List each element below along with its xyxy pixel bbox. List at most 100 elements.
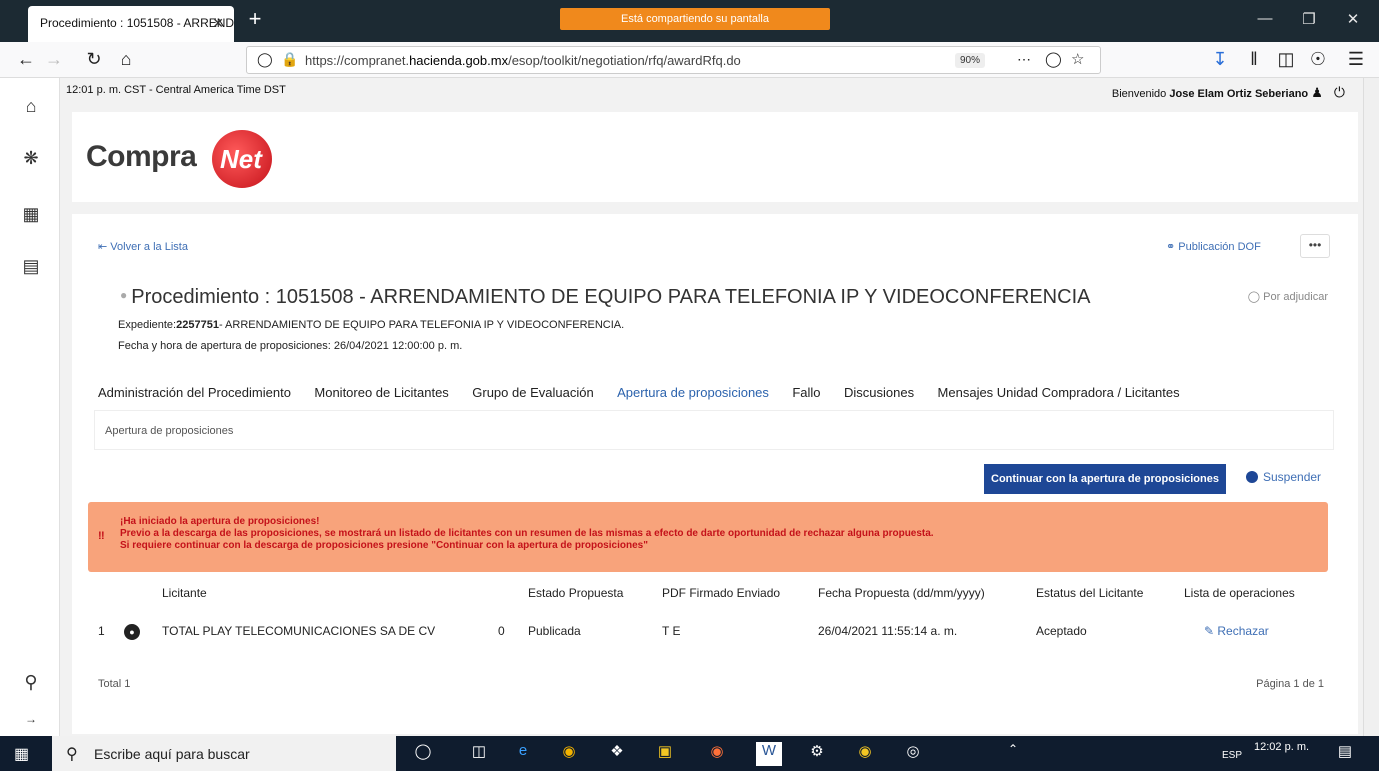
- bidder-name[interactable]: TOTAL PLAY TELECOMUNICACIONES SA DE CV: [162, 624, 435, 638]
- edit-icon: ✎: [1204, 624, 1218, 638]
- col-fecha[interactable]: Fecha Propuesta (dd/mm/yyyy): [818, 586, 985, 600]
- continue-opening-button[interactable]: Continuar con la apertura de proposicion…: [984, 464, 1226, 494]
- settings-gear-icon[interactable]: ⚙: [804, 742, 830, 766]
- power-icon[interactable]: ⏻: [1334, 84, 1345, 100]
- network-icon[interactable]: ❋: [18, 148, 44, 169]
- user-icon[interactable]: ♟: [1311, 85, 1323, 100]
- keyboard-language[interactable]: ESP: [1222, 750, 1242, 761]
- clock-icon: ◯: [1247, 291, 1264, 303]
- lock-icon[interactable]: 🔒: [281, 51, 298, 68]
- firefox-icon[interactable]: ◉: [704, 742, 730, 766]
- chrome-icon[interactable]: ◉: [556, 742, 582, 766]
- tray-chevron-icon[interactable]: ⌃: [1000, 742, 1026, 766]
- proposal-date: 26/04/2021 11:55:14 a. m.: [818, 624, 958, 638]
- new-tab-button[interactable]: +: [242, 6, 268, 32]
- close-tab-icon[interactable]: ✕: [212, 15, 224, 32]
- search-icon[interactable]: ⚲: [18, 672, 44, 693]
- library-icon[interactable]: ‖: [1242, 49, 1266, 70]
- col-estatus[interactable]: Estatus del Licitante: [1036, 586, 1143, 600]
- tab-discusiones[interactable]: Discusiones: [844, 385, 914, 400]
- welcome-bar: Bienvenido Jose Elam Ortiz Seberiano ♟ ⏻: [1112, 84, 1345, 101]
- tab-title: Procedimiento : 1051508 - ARRENDAMIENTO …: [40, 16, 234, 30]
- restore-icon[interactable]: ❐: [1294, 10, 1324, 28]
- account-icon[interactable]: ☉: [1306, 49, 1330, 70]
- minimize-icon[interactable]: —: [1250, 10, 1280, 27]
- browser-tab[interactable]: Procedimiento : 1051508 - ARRENDAMIENTO …: [28, 6, 234, 42]
- cortana-icon[interactable]: ◯: [410, 742, 436, 766]
- alert-line-1: ¡Ha iniciado la apertura de proposicione…: [120, 516, 320, 527]
- clock-time[interactable]: 12:02 p. m.: [1254, 741, 1309, 753]
- menu-icon[interactable]: ☰: [1344, 49, 1368, 70]
- row-number: 1: [98, 624, 105, 638]
- user-avatar-icon: ●: [124, 624, 140, 640]
- file-explorer-icon[interactable]: ▣: [652, 742, 678, 766]
- bookmark-star-icon[interactable]: ☆: [1071, 50, 1084, 68]
- more-actions-icon[interactable]: ⋯: [1017, 51, 1031, 68]
- bidder-status: Aceptado: [1036, 624, 1087, 638]
- page-scrollbar[interactable]: [1363, 78, 1379, 736]
- more-options-button[interactable]: •••: [1300, 234, 1330, 258]
- logo-net-text: Net: [220, 144, 262, 174]
- search-icon: ⚲: [66, 746, 78, 763]
- app-circle-icon[interactable]: ◎: [900, 742, 926, 766]
- expediente-label: Expediente:: [118, 319, 177, 331]
- time-info: 12:01 p. m. CST - Central America Time D…: [66, 84, 286, 96]
- close-window-icon[interactable]: ✕: [1338, 10, 1368, 28]
- publication-dof-link[interactable]: ⚭ Publicación DOF: [1166, 240, 1261, 253]
- back-arrow-icon: ⇤: [98, 241, 111, 253]
- reject-link[interactable]: ✎ Rechazar: [1204, 624, 1269, 638]
- suspend-button[interactable]: Suspender: [1246, 470, 1321, 484]
- sidebar-toggle-icon[interactable]: ◫: [1274, 49, 1298, 70]
- browser-title-bar: Procedimiento : 1051508 - ARRENDAMIENTO …: [0, 0, 1379, 42]
- col-licitante[interactable]: Licitante: [162, 586, 207, 600]
- taskbar-search[interactable]: ⚲ Escribe aquí para buscar: [52, 736, 396, 771]
- url-bar[interactable]: ◯ 🔒 https://compranet.hacienda.gob.mx/es…: [246, 46, 1101, 74]
- total-count: Total 1: [98, 678, 131, 690]
- forward-arrow-icon[interactable]: →: [42, 49, 66, 70]
- user-name[interactable]: Jose Elam Ortiz Seberiano: [1169, 88, 1308, 100]
- procedure-title-text: Procedimiento : 1051508 - ARRENDAMIENTO …: [131, 286, 1091, 308]
- chat-icon[interactable]: ◉: [852, 742, 878, 766]
- back-to-list-link[interactable]: ⇤ Volver a la Lista: [98, 240, 188, 253]
- col-estado[interactable]: Estado Propuesta: [528, 586, 623, 600]
- organization-icon[interactable]: ▦: [18, 204, 44, 225]
- col-pdf[interactable]: PDF Firmado Enviado: [662, 586, 780, 600]
- windows-start-icon[interactable]: ▦: [14, 744, 29, 764]
- expediente-description: - ARRENDAMIENTO DE EQUIPO PARA TELEFONIA…: [218, 319, 625, 331]
- download-icon[interactable]: ↧: [1208, 49, 1232, 70]
- back-arrow-icon[interactable]: ←: [14, 49, 38, 70]
- word-icon[interactable]: W: [756, 742, 782, 766]
- tab-fallo[interactable]: Fallo: [792, 385, 820, 400]
- expediente-number: 2257751: [176, 319, 219, 331]
- zoom-level[interactable]: 90%: [955, 53, 986, 68]
- reload-icon[interactable]: ↻: [82, 49, 106, 70]
- publication-label: Publicación DOF: [1178, 241, 1261, 253]
- task-view-icon[interactable]: ◫: [466, 742, 492, 766]
- notification-icon[interactable]: ▤: [1332, 742, 1358, 766]
- url-prefix: https://compranet.: [305, 53, 410, 68]
- report-icon[interactable]: ▤: [18, 256, 44, 277]
- expediente-line: Expediente:2257751- ARRENDAMIENTO DE EQU…: [118, 319, 624, 331]
- tab-monitoreo[interactable]: Monitoreo de Licitantes: [314, 385, 448, 400]
- tab-mensajes[interactable]: Mensajes Unidad Compradora / Licitantes: [938, 385, 1180, 400]
- reject-label: Rechazar: [1217, 624, 1269, 638]
- tab-apertura[interactable]: Apertura de proposiciones: [617, 385, 769, 400]
- tab-grupo-evaluacion[interactable]: Grupo de Evaluación: [472, 385, 593, 400]
- shield-icon[interactable]: ◯: [257, 51, 273, 68]
- home-icon[interactable]: ⌂: [18, 96, 44, 117]
- home-icon[interactable]: ⌂: [114, 49, 138, 70]
- logo-text: Compra: [86, 140, 197, 173]
- pagination[interactable]: Página 1 de 1: [1256, 678, 1324, 690]
- status-label: Por adjudicar: [1263, 291, 1328, 303]
- col-operaciones: Lista de operaciones: [1184, 586, 1295, 600]
- edge-icon[interactable]: e: [510, 742, 536, 766]
- app-icon[interactable]: ❖: [604, 742, 630, 766]
- search-placeholder: Escribe aquí para buscar: [94, 746, 250, 762]
- pocket-icon[interactable]: ◯: [1045, 50, 1062, 68]
- screen-share-banner[interactable]: Está compartiendo su pantalla: [560, 8, 830, 30]
- bullet-icon: ●: [120, 288, 128, 302]
- tab-administracion[interactable]: Administración del Procedimiento: [98, 385, 291, 400]
- procedure-card: ⇤ Volver a la Lista ⚭ Publicación DOF ••…: [72, 214, 1358, 734]
- expand-arrow-icon[interactable]: →: [18, 712, 44, 726]
- suspend-icon: [1246, 471, 1258, 483]
